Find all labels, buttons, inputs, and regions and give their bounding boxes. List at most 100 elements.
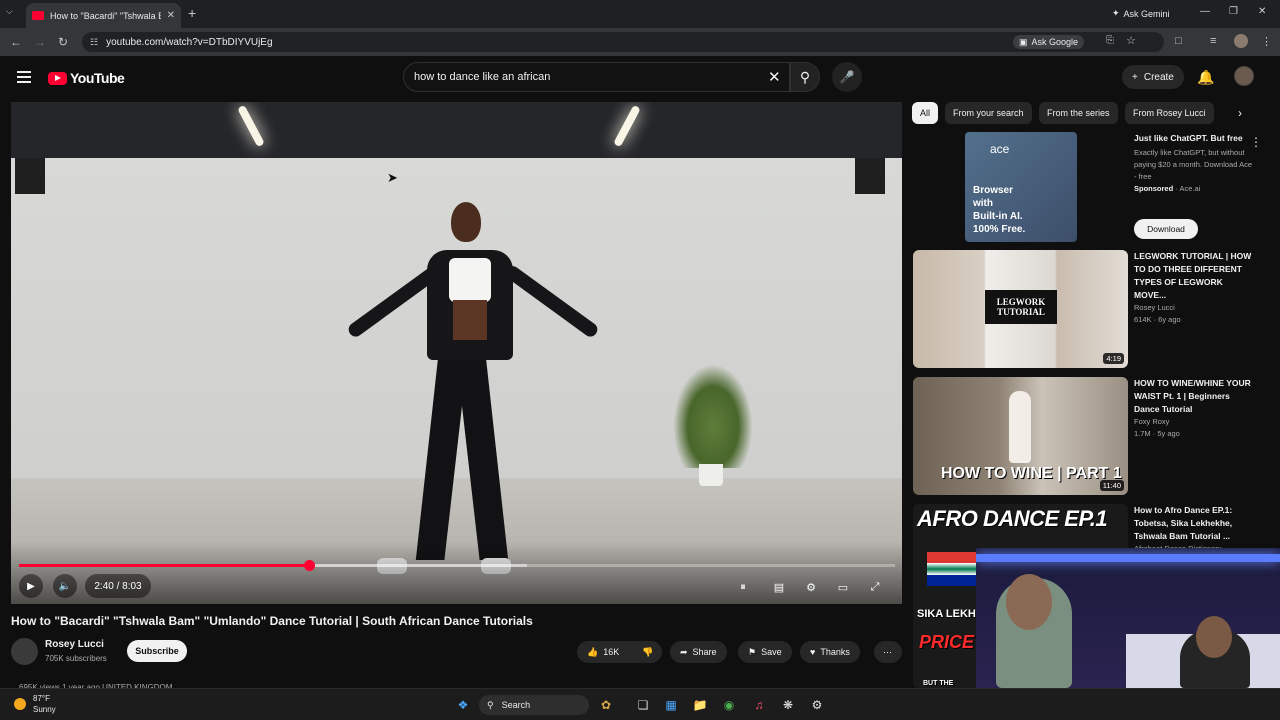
recommendation-channel[interactable]: Rosey Lucci <box>1134 302 1256 314</box>
chips-next-icon[interactable]: › <box>1238 106 1242 120</box>
bookmark-star-icon[interactable]: ☆ <box>1126 34 1136 47</box>
subscribe-button[interactable]: Subscribe <box>127 640 187 662</box>
app-icon[interactable]: ⚙ <box>809 697 825 713</box>
profile-avatar-icon[interactable] <box>1234 34 1248 48</box>
search-button[interactable]: ⚲ <box>790 62 820 92</box>
browser-menu-icon[interactable]: ⋮ <box>1261 35 1272 48</box>
close-window-icon[interactable]: ✕ <box>1258 6 1266 17</box>
share-button[interactable]: ➦ Share <box>670 641 727 663</box>
search-input[interactable]: how to dance like an african <box>403 62 790 92</box>
theater-mode-icon[interactable]: ▭ <box>832 576 854 598</box>
play-icon: ▶ <box>27 580 35 592</box>
create-button[interactable]: + Create <box>1122 65 1184 89</box>
captions-icon[interactable]: ▤ <box>768 576 790 598</box>
reload-icon[interactable]: ↻ <box>58 35 68 49</box>
ad-description: Exactly like ChatGPT, but without paying… <box>1134 148 1252 181</box>
recommendation-meta: LEGWORK TUTORIAL | HOW TO DO THREE DIFFE… <box>1134 250 1256 326</box>
ad-copy-line: 100% Free. <box>973 224 1026 235</box>
autoplay-toggle-icon[interactable]: ⏸ <box>732 576 754 598</box>
ad-title[interactable]: Just like ChatGPT. But free <box>1134 132 1256 145</box>
clear-search-icon[interactable]: ✕ <box>768 68 781 86</box>
task-view-icon[interactable]: ❏ <box>635 697 651 713</box>
recommendation-card[interactable]: HOW TO WINE | PART 1 11:40 HOW TO WINE/W… <box>913 377 1259 499</box>
store-icon[interactable]: ▦ <box>663 697 679 713</box>
maximize-window-icon[interactable]: ❐ <box>1229 6 1238 17</box>
recommendation-title[interactable]: LEGWORK TUTORIAL | HOW TO DO THREE DIFFE… <box>1134 250 1256 302</box>
chatgpt-icon[interactable]: ❋ <box>780 697 796 713</box>
browser-tab-youtube[interactable]: How to "Bacardi" "Tshwala Bam" ✕ <box>26 3 181 28</box>
save-button[interactable]: ⚑ Save <box>738 641 792 663</box>
plant-pot <box>699 464 723 486</box>
recommendation-thumbnail[interactable]: HOW TO WINE | PART 1 11:40 <box>913 377 1128 495</box>
notifications-bell-icon[interactable]: 🔔 <box>1197 69 1214 86</box>
dancer-torso <box>453 300 487 340</box>
video-player[interactable]: ➤ ▶ 🔈 2:40 / 8:03 ⏸ ▤ ⚙ ▭ ⤢ <box>11 102 902 604</box>
address-bar[interactable]: ☷ youtube.com/watch?v=DTbDIYVUjEg ▣ Ask … <box>82 32 1164 52</box>
dislike-button[interactable]: 👎 <box>634 641 662 663</box>
weather-condition[interactable]: Sunny <box>33 705 56 714</box>
settings-icon[interactable]: ⚙ <box>800 576 822 598</box>
ask-gemini-button[interactable]: ✦ Ask Gemini <box>1106 5 1176 22</box>
wall-speaker <box>855 158 885 194</box>
weather-temperature[interactable]: 87°F <box>33 694 50 703</box>
dislike-icon: 👎 <box>642 646 654 657</box>
chip-from-rosey-lucci[interactable]: From Rosey Lucci <box>1125 102 1214 124</box>
site-info-icon[interactable]: ☷ <box>90 37 98 48</box>
potted-plant <box>673 364 753 468</box>
youtube-logo[interactable]: YouTube <box>48 70 125 86</box>
forward-icon[interactable]: → <box>34 35 46 49</box>
search-query-text[interactable]: how to dance like an african <box>414 71 550 83</box>
ad-copy: Browser with Built-in AI. 100% Free. <box>973 184 1025 236</box>
plus-icon: + <box>1132 71 1138 83</box>
minimize-window-icon[interactable]: — <box>1200 6 1210 17</box>
led-light-strip <box>976 554 1280 562</box>
back-icon[interactable]: ← <box>10 35 22 49</box>
tabs-menu-icon[interactable]: ⌵ <box>6 6 13 17</box>
recommendation-channel[interactable]: Foxy Roxy <box>1134 416 1256 428</box>
fullscreen-icon[interactable]: ⤢ <box>864 576 886 598</box>
taskbar-search[interactable]: ⚲ Search <box>479 695 589 715</box>
ad-download-button[interactable]: Download <box>1134 219 1198 239</box>
volume-icon: 🔈 <box>58 580 72 592</box>
share-label: Share <box>692 647 717 657</box>
widget-icon[interactable]: ✿ <box>598 697 614 713</box>
more-icon: ⋯ <box>883 646 892 657</box>
video-duration: 4:19 <box>1103 353 1124 364</box>
windows-start-icon[interactable]: ❖ <box>455 697 471 713</box>
ad-sponsor-line: Sponsored · Ace.ai <box>1134 183 1256 195</box>
recommendation-thumbnail[interactable]: LEGWORK TUTORIAL 4:19 <box>913 250 1128 368</box>
sponsored-ad-card[interactable]: ace Browser with Built-in AI. 100% Free.… <box>913 132 1262 246</box>
close-tab-icon[interactable]: ✕ <box>167 10 175 21</box>
account-avatar[interactable] <box>1234 66 1254 86</box>
recommendation-title[interactable]: How to Afro Dance EP.1: Tobetsa, Sika Le… <box>1134 504 1256 543</box>
play-button[interactable]: ▶ <box>19 574 43 598</box>
thumbnail-figure <box>1009 391 1031 463</box>
file-explorer-icon[interactable]: 📁 <box>692 697 708 713</box>
sun-weather-icon[interactable] <box>14 698 26 710</box>
wall-speaker <box>15 158 45 194</box>
thanks-button[interactable]: ♥ Thanks <box>800 641 860 663</box>
install-app-icon[interactable]: ⎘ <box>1106 35 1114 46</box>
ad-more-icon[interactable]: ⋮ <box>1250 135 1262 149</box>
ask-google-button[interactable]: ▣ Ask Google <box>1012 35 1084 49</box>
scrubber-handle[interactable] <box>303 560 315 571</box>
new-tab-icon[interactable]: + <box>188 5 196 21</box>
chip-from-your-search[interactable]: From your search <box>945 102 1032 124</box>
channel-name[interactable]: Rosey Lucci <box>45 639 104 650</box>
thanks-label: Thanks <box>820 647 850 657</box>
progress-bar[interactable] <box>19 560 895 571</box>
recommendation-title[interactable]: HOW TO WINE/WHINE YOUR WAIST Pt. 1 | Beg… <box>1134 377 1256 416</box>
recommendation-card[interactable]: LEGWORK TUTORIAL 4:19 LEGWORK TUTORIAL |… <box>913 250 1259 372</box>
chrome-icon[interactable]: ◉ <box>721 697 737 713</box>
chip-all[interactable]: All <box>912 102 939 124</box>
chip-from-the-series[interactable]: From the series <box>1039 102 1118 124</box>
more-actions-button[interactable]: ⋯ <box>874 641 902 663</box>
channel-avatar[interactable] <box>11 638 38 665</box>
reading-list-icon[interactable]: ≡ <box>1210 35 1216 47</box>
mute-button[interactable]: 🔈 <box>53 574 77 598</box>
voice-search-button[interactable]: 🎤 <box>832 62 862 92</box>
extensions-icon[interactable]: □ <box>1175 35 1182 47</box>
url-text[interactable]: youtube.com/watch?v=DTbDIYVUjEg <box>106 37 272 48</box>
music-app-icon[interactable]: ♫ <box>751 697 767 713</box>
guide-menu-icon[interactable] <box>17 71 31 86</box>
